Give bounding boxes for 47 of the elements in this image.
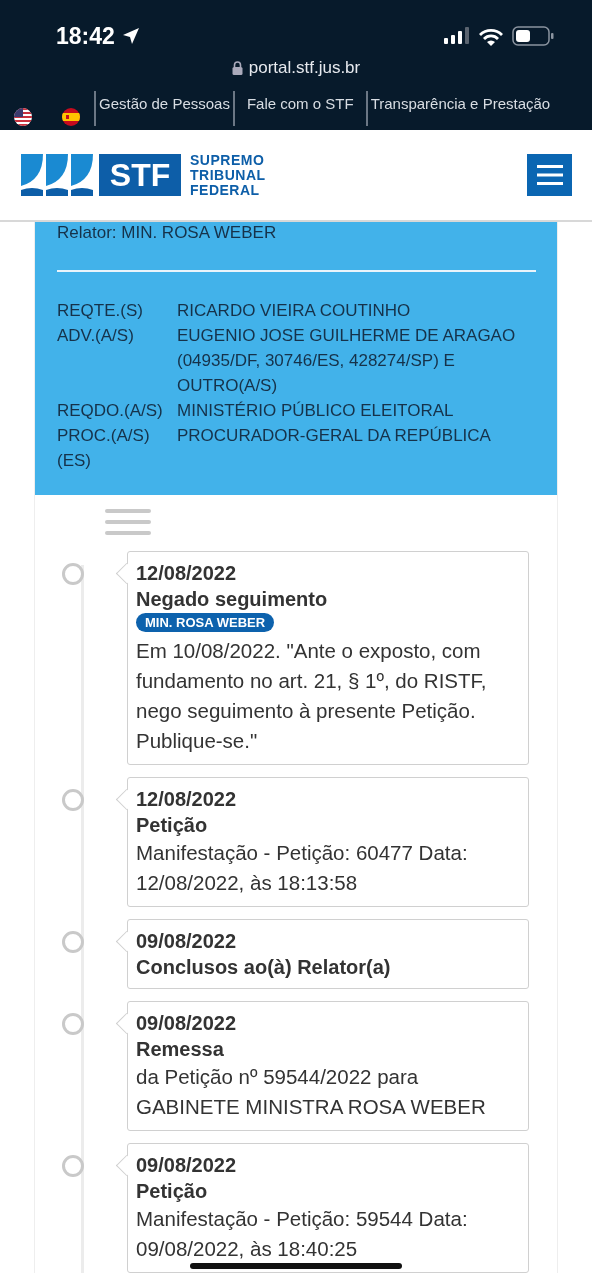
logo-name-line: SUPREMO xyxy=(190,152,266,168)
status-time: 18:42 xyxy=(56,22,115,50)
event-text: Em 10/08/2022. "Ante o exposto, com fundamento no art. 21, § 1º, do RISTF, nego seguimento à presente Petição. Publique-se." xyxy=(136,638,488,754)
us-flag-icon[interactable] xyxy=(14,108,32,126)
party-label: ADV.(A/S) xyxy=(57,325,135,347)
party-label: REQDO.(A/S) xyxy=(57,400,164,422)
nav-link[interactable]: Fale com o STF xyxy=(232,91,366,126)
party-label: REQTE.(S) xyxy=(57,300,144,322)
event-date: 12/08/2022 xyxy=(136,787,238,812)
event-date: 12/08/2022 xyxy=(136,561,238,586)
event-title: Remessa xyxy=(136,1037,225,1062)
event-title: Petição xyxy=(136,1179,209,1204)
wifi-icon xyxy=(478,26,504,46)
timeline-marker-icon xyxy=(62,563,84,585)
timeline-marker-icon xyxy=(62,1155,84,1177)
battery-icon xyxy=(512,26,554,46)
event-text: Manifestação - Petição: 60477 Data: 12/08/2022, às 18:13:58 xyxy=(136,840,469,896)
event-title: Negado seguimento xyxy=(136,587,329,612)
logo-name-line: FEDERAL xyxy=(190,182,261,198)
logo-acronym: STF xyxy=(99,154,181,196)
logo-name-line: TRIBUNAL xyxy=(190,167,266,183)
event-title: Petição xyxy=(136,813,209,838)
menu-button[interactable] xyxy=(527,154,572,196)
minister-tag: MIN. ROSA WEBER xyxy=(136,613,275,632)
menu-icon xyxy=(536,165,563,185)
party-label: PROC.(A/S)(ES) xyxy=(57,425,151,472)
relator-text: Relator: MIN. ROSA WEBER xyxy=(57,222,278,243)
lock-icon xyxy=(231,61,243,75)
nav-link[interactable]: Transparência e Prestação xyxy=(365,91,554,126)
event-text: Manifestação - Petição: 59544 Data: 09/08/2022, às 18:40:25 xyxy=(136,1206,469,1262)
timeline-marker-icon xyxy=(62,1013,84,1035)
party-name: RICARDO VIEIRA COUTINHO xyxy=(177,300,412,322)
party-name: EUGENIO JOSE GUILHERME DE ARAGAO (04935/DF, 30746/ES, 428274/SP) E OUTRO(A/S) xyxy=(177,325,517,397)
event-date: 09/08/2022 xyxy=(136,1011,238,1036)
nav-link[interactable]: Gestão de Pessoas xyxy=(94,91,233,126)
drag-handle-icon[interactable] xyxy=(105,509,151,535)
timeline-marker-icon xyxy=(62,789,84,811)
event-date: 09/08/2022 xyxy=(136,929,238,954)
timeline-marker-icon xyxy=(62,931,84,953)
event-title: Conclusos ao(à) Relator(a) xyxy=(136,955,392,980)
party-name: PROCURADOR-GERAL DA REPÚBLICA xyxy=(177,425,492,447)
event-date: 09/08/2022 xyxy=(136,1153,238,1178)
event-text: da Petição nº 59544/2022 para GABINETE MINISTRA ROSA WEBER xyxy=(136,1064,487,1120)
url-text[interactable]: portal.stf.jus.br xyxy=(248,58,361,78)
signal-icon xyxy=(444,27,470,45)
party-name: MINISTÉRIO PÚBLICO ELEITORAL xyxy=(177,400,455,422)
spain-flag-icon[interactable] xyxy=(62,108,80,126)
